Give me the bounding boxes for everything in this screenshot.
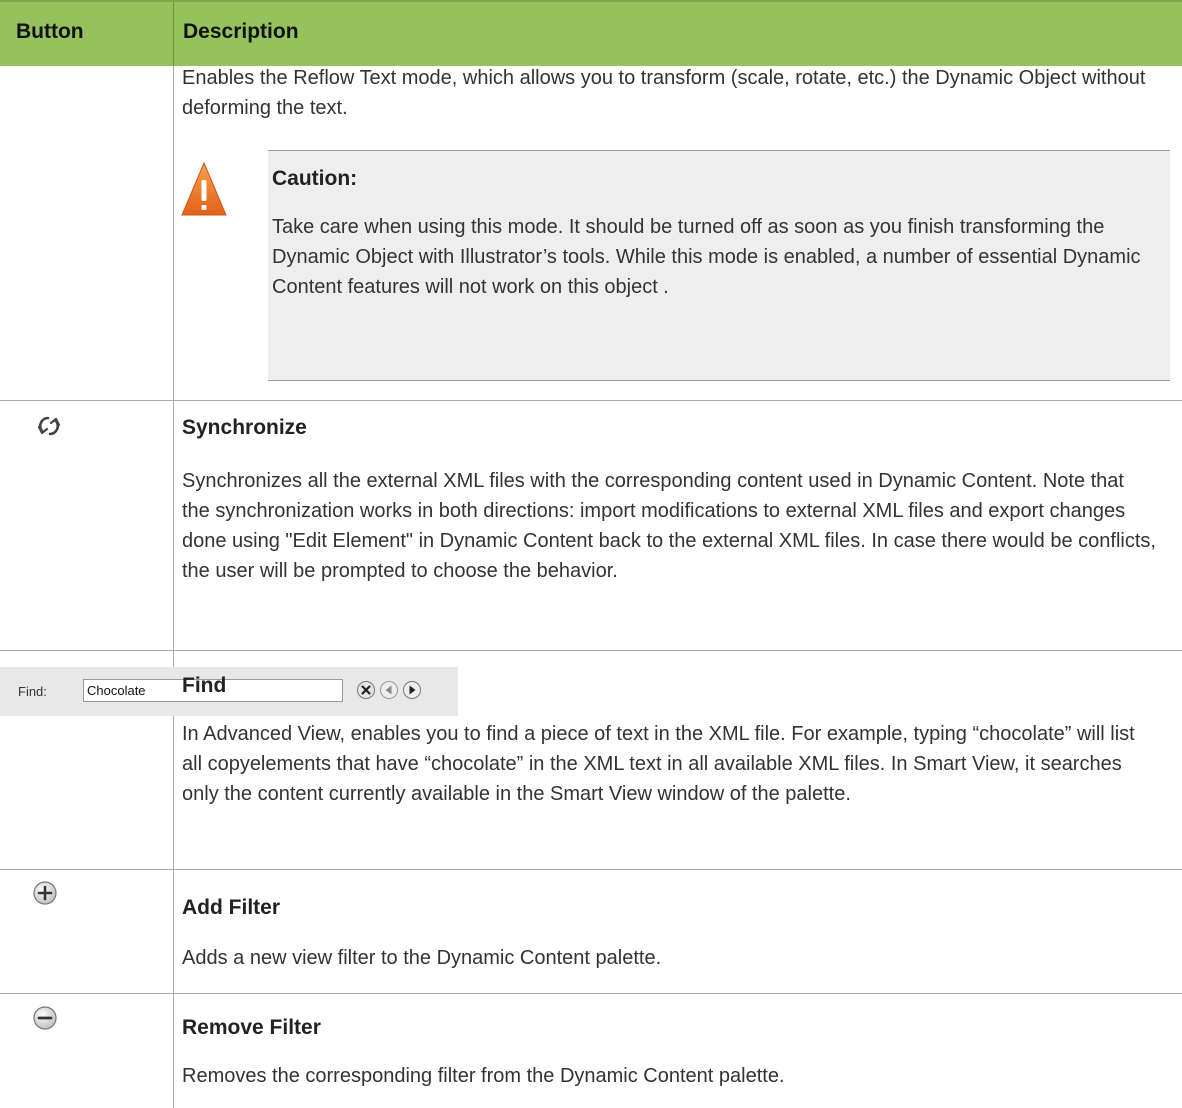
table-header: Button Description (0, 0, 1182, 68)
caution-text: Take care when using this mode. It shoul… (272, 216, 1141, 298)
minus-circle-icon[interactable] (32, 1005, 58, 1031)
remove-filter-description: Removes the corresponding filter from th… (182, 1065, 785, 1087)
button-description-table: Button Description Enables the Reflow Te… (0, 0, 1182, 1108)
column-divider (173, 66, 174, 1108)
sync-icon[interactable] (36, 414, 62, 438)
find-input-value: Chocolate (87, 683, 146, 698)
caution-note: Caution: Take care when using this mode.… (268, 150, 1170, 381)
next-icon[interactable] (402, 680, 422, 700)
row-divider (0, 869, 1182, 870)
warning-triangle-icon (181, 161, 227, 216)
previous-icon[interactable] (379, 680, 399, 700)
synchronize-description: Synchronizes all the external XML files … (182, 470, 1156, 582)
find-title: Find (182, 674, 227, 697)
header-description-label: Description (183, 20, 299, 43)
clear-icon[interactable] (356, 680, 376, 700)
header-button-label: Button (16, 20, 84, 43)
reflow-description: Enables the Reflow Text mode, which allo… (182, 67, 1146, 119)
find-description: In Advanced View, enables you to find a … (182, 723, 1135, 805)
find-bar: Find: Chocolate (0, 667, 458, 716)
synchronize-title: Synchronize (182, 416, 307, 439)
find-label: Find: (18, 684, 47, 699)
add-filter-title: Add Filter (182, 896, 280, 919)
plus-circle-icon[interactable] (32, 880, 58, 906)
row-divider (0, 400, 1182, 401)
caution-title: Caution: (272, 167, 358, 190)
header-divider (173, 2, 174, 68)
row-divider (0, 993, 1182, 994)
add-filter-description: Adds a new view filter to the Dynamic Co… (182, 947, 662, 969)
row-divider (0, 650, 1182, 651)
remove-filter-title: Remove Filter (182, 1016, 321, 1039)
